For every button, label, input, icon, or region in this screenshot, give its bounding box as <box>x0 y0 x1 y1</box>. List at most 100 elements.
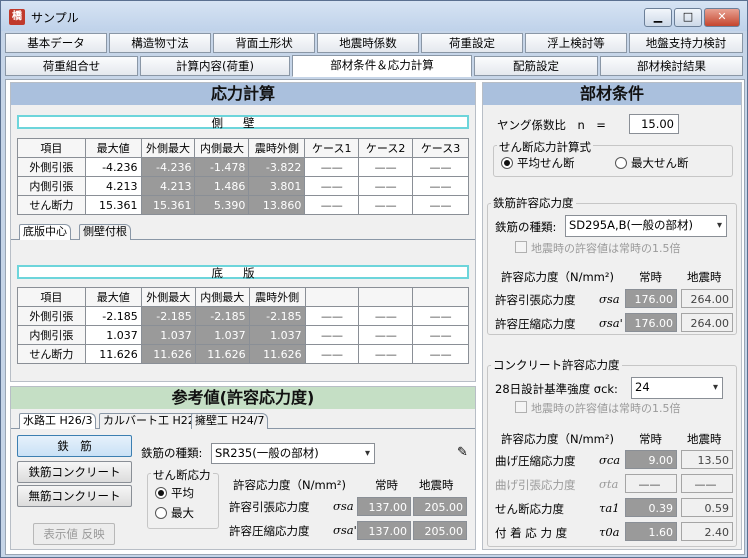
allow-tension-label: 許容引張応力度 <box>229 500 310 514</box>
stress-header: 応力計算 <box>11 83 475 105</box>
rebar-button[interactable]: 鉄 筋 <box>17 435 132 457</box>
sigma-sa-symbol: σsa <box>333 499 354 513</box>
table-row: せん断力 15.361 15.361 5.390 13.860 —— —— —— <box>17 195 469 215</box>
cell-max: -2.185 <box>84 306 142 326</box>
cell-case1: —— <box>304 325 360 345</box>
young-ratio-input[interactable]: 15.00 <box>629 114 679 134</box>
subtab-wall-base[interactable]: 側壁付根 <box>79 224 131 240</box>
shear-max-label: 最大 <box>171 506 194 520</box>
cell-max: 4.213 <box>84 176 142 196</box>
table-header-row: 項目 最大値 外側最大 内側最大 震時外側 ケース1 ケース2 ケース3 <box>17 138 469 158</box>
tab-calc-content[interactable]: 計算内容(荷重) <box>140 56 290 76</box>
cell-case2: —— <box>358 157 414 177</box>
max-shear-radio[interactable] <box>615 157 627 169</box>
reference-header: 参考値(許容応力度) <box>11 387 475 409</box>
app-window: 橋 サンプル ▁ □ ✕ 基本データ 構造物寸法 背面土形状 地震時係数 荷重設… <box>0 0 748 558</box>
maximize-button[interactable]: □ <box>674 8 702 27</box>
young-ratio-label: ヤング係数比 n = <box>497 118 606 132</box>
normal-label: 常時 <box>639 270 662 284</box>
cell-seismic-outer: -2.185 <box>248 306 306 326</box>
bending-compression-normal[interactable]: 9.00 <box>625 450 677 469</box>
tab-bearing-capacity[interactable]: 地盤支持力検討 <box>629 33 743 53</box>
design-strength-value: 24 <box>635 380 650 394</box>
shear-average-radio[interactable] <box>155 487 167 499</box>
tab-basic-data[interactable]: 基本データ <box>5 33 107 53</box>
cell-seismic-outer: 13.860 <box>248 195 306 215</box>
stress-panel: 応力計算 側壁 項目 最大値 外側最大 内側最大 震時外側 ケース1 ケース2 … <box>10 82 476 382</box>
allow-stress-label: 許容応力度（N/mm²) <box>501 270 614 284</box>
shear-stress-label: せん断応力度 <box>495 502 564 516</box>
bond-stress-seismic[interactable]: 2.40 <box>681 522 733 541</box>
concrete-seismic-checkbox[interactable] <box>515 401 527 413</box>
bending-tension-seismic: —— <box>681 474 733 493</box>
plain-concrete-button[interactable]: 無筋コンクリート <box>17 485 132 507</box>
sigma-sa-prime-symbol: σsa' <box>599 316 623 330</box>
bending-tension-label: 曲げ引張応力度 <box>495 478 576 492</box>
average-shear-radio[interactable] <box>501 157 513 169</box>
col-header: 最大値 <box>84 287 142 307</box>
rebar-tension-normal[interactable]: 176.00 <box>625 289 677 308</box>
shear-max-radio[interactable] <box>155 507 167 519</box>
bond-stress-label: 付 着 応 力 度 <box>495 526 568 540</box>
eraser-icon[interactable]: ✎ <box>457 445 468 460</box>
rebar-type-select[interactable]: SD295A,B(一般の部材) ▾ <box>565 215 727 237</box>
col-header <box>304 287 360 307</box>
seismic-label: 地震時 <box>687 270 722 284</box>
app-icon: 橋 <box>9 9 25 25</box>
rebar-tension-seismic[interactable]: 264.00 <box>681 289 733 308</box>
title-bar: 橋 サンプル ▁ □ ✕ <box>1 1 747 31</box>
subtab-culvert[interactable]: カルバート工 H22 <box>99 413 199 429</box>
close-button[interactable]: ✕ <box>704 8 740 27</box>
cell-case2: —— <box>358 306 414 326</box>
tab-row-2: 荷重組合せ 計算内容(荷重) 部材条件＆応力計算 配筋設定 部材検討結果 <box>5 55 745 77</box>
design-strength-select[interactable]: 24 ▾ <box>631 377 723 399</box>
shear-stress-seismic[interactable]: 0.59 <box>681 498 733 517</box>
tab-row-1: 基本データ 構造物寸法 背面土形状 地震時係数 荷重設定 浮上検討等 地盤支持力… <box>5 33 745 53</box>
cell-inner-max: 5.390 <box>194 195 250 215</box>
col-header: ケース2 <box>358 138 414 158</box>
subtab-waterway[interactable]: 水路工 H26/3 <box>19 413 97 429</box>
row-label: 外側引張 <box>17 306 86 326</box>
rebar-compression-seismic[interactable]: 264.00 <box>681 313 733 332</box>
design-strength-label: 28日設計基準強度 σck: <box>495 382 618 396</box>
rc-button[interactable]: 鉄筋コンクリート <box>17 461 132 483</box>
sigma-ca-symbol: σca <box>599 453 621 467</box>
rebar-seismic-check-label: 地震時の許容値は常時の1.5倍 <box>531 242 681 255</box>
col-header: 震時外側 <box>248 138 306 158</box>
tab-load-combination[interactable]: 荷重組合せ <box>5 56 138 76</box>
normal-label: 常時 <box>375 478 398 492</box>
tab-seismic-coefficient[interactable]: 地震時係数 <box>317 33 419 53</box>
bond-stress-normal[interactable]: 1.60 <box>625 522 677 541</box>
bending-compression-label: 曲げ圧縮応力度 <box>495 454 576 468</box>
rebar-type-select[interactable]: SR235(一般の部材) ▾ <box>211 443 375 464</box>
slab-label: 底版 <box>17 265 469 279</box>
col-header: 内側最大 <box>194 138 250 158</box>
reflect-values-button[interactable]: 表示値 反映 <box>33 523 115 545</box>
rebar-seismic-checkbox[interactable] <box>515 241 527 253</box>
cell-case1: —— <box>304 195 360 215</box>
rebar-compression-normal[interactable]: 176.00 <box>625 313 677 332</box>
tab-rebar-setting[interactable]: 配筋設定 <box>474 56 598 76</box>
tab-load-setting[interactable]: 荷重設定 <box>421 33 523 53</box>
cell-case2: —— <box>358 195 414 215</box>
cell-max: -4.236 <box>84 157 142 177</box>
shear-stress-normal[interactable]: 0.39 <box>625 498 677 517</box>
tab-member-conditions[interactable]: 部材条件＆応力計算 <box>292 55 472 77</box>
subtab-retaining-wall[interactable]: 擁壁工 H24/7 <box>191 413 269 429</box>
cell-max: 11.626 <box>84 344 142 364</box>
allow-tension-label: 許容引張応力度 <box>495 293 576 307</box>
tab-backfill-shape[interactable]: 背面土形状 <box>213 33 315 53</box>
ref-compression-seismic: 205.00 <box>413 521 467 540</box>
allow-stress-label: 許容応力度（N/mm²) <box>233 478 346 492</box>
tab-buoyancy-check[interactable]: 浮上検討等 <box>525 33 627 53</box>
row-label: せん断力 <box>17 195 86 215</box>
tab-member-results[interactable]: 部材検討結果 <box>600 56 743 76</box>
minimize-button[interactable]: ▁ <box>644 8 672 27</box>
col-header: 項目 <box>17 138 86 158</box>
bending-compression-seismic[interactable]: 13.50 <box>681 450 733 469</box>
cell-case2: —— <box>358 344 414 364</box>
tab-structure-dimensions[interactable]: 構造物寸法 <box>109 33 211 53</box>
cell-outer-max: 11.626 <box>140 344 196 364</box>
subtab-slab-center[interactable]: 底版中心 <box>19 224 71 240</box>
chevron-down-icon: ▾ <box>364 448 370 459</box>
